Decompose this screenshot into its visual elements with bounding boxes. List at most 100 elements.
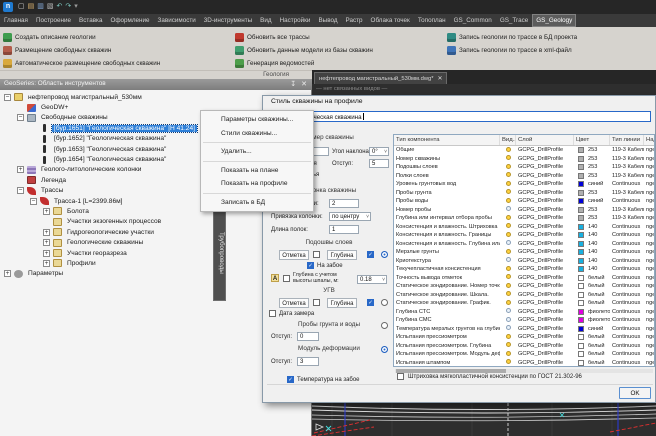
angle-select[interactable]: 0° [369, 147, 389, 156]
ribbon-tab[interactable]: Построение [32, 14, 75, 27]
ugv-group-radio[interactable] [381, 299, 388, 306]
table-row[interactable]: Уровень грунтовых вод GCPG_DrillProfile … [394, 180, 654, 189]
context-menu-item[interactable] [203, 161, 311, 162]
visibility-bulb-icon[interactable] [506, 181, 511, 186]
ok-button[interactable]: OK [619, 387, 651, 399]
tree-toggle[interactable] [43, 260, 50, 267]
qat-menu-icon[interactable]: ▾ [74, 2, 78, 12]
table-row[interactable]: Точность вывода отметок GCPG_DrillProfil… [394, 274, 654, 283]
table-row[interactable]: Глубина или интервал отбора пробы GCPG_D… [394, 214, 654, 223]
tree-toggle[interactable] [17, 114, 24, 121]
visibility-bulb-icon[interactable] [506, 240, 511, 245]
table-row[interactable]: Полки слоев GCPG_DrillProfile 253 119-3 … [394, 172, 654, 181]
table-row[interactable]: Температура мерзлых грунтов на глубине G… [394, 325, 654, 334]
table-row[interactable]: Подошвы слоев GCPG_DrillProfile 253 119-… [394, 163, 654, 172]
tab-close-icon[interactable]: ✕ [438, 73, 443, 85]
table-row[interactable]: Испытания штампом GCPG_DrillProfile белы… [394, 359, 654, 368]
ribbon-tab[interactable]: GS_Trace [496, 14, 532, 27]
table-row[interactable]: Пробы воды GCPG_DrillProfile синий Conti… [394, 197, 654, 206]
table-row[interactable]: Пробы грунта GCPG_DrillProfile 253 119-3… [394, 189, 654, 198]
visibility-bulb-icon[interactable] [506, 342, 511, 347]
visibility-bulb-icon[interactable] [506, 206, 511, 211]
deform-offset-input[interactable]: 3 [297, 357, 319, 366]
tree-toggle[interactable] [43, 250, 50, 257]
visibility-bulb-icon[interactable] [506, 300, 511, 305]
tree-toggle[interactable] [17, 166, 24, 173]
table-row[interactable]: Статическое зондирование. График. GCPG_D… [394, 299, 654, 308]
style-name-input[interactable]: Геологическая скважина [287, 111, 651, 122]
context-menu-item[interactable]: Показать на плане [201, 164, 313, 178]
deform-group-radio[interactable] [381, 346, 388, 353]
ribbon-tab[interactable]: 3D-инструменты [200, 14, 256, 27]
col-header-visibility[interactable]: Вид... [500, 135, 516, 145]
context-menu-item[interactable]: Записать в БД [201, 196, 313, 210]
context-menu-item[interactable] [203, 193, 311, 194]
sleeper-depth-select[interactable]: 0.18 [357, 275, 387, 284]
visibility-bulb-icon[interactable] [506, 325, 511, 330]
tree-toggle[interactable] [30, 198, 37, 205]
ribbon-tab[interactable]: Облака точек [367, 14, 414, 27]
ribbon-tab[interactable]: Растр [342, 14, 367, 27]
shelf-length-input[interactable]: 1 [329, 225, 359, 234]
table-row[interactable]: Статическое зондирование. Номер точки. G… [394, 282, 654, 291]
visibility-bulb-icon[interactable] [506, 249, 511, 254]
text-style-icon[interactable]: A [271, 274, 279, 282]
column-width-input[interactable]: 2 [329, 199, 359, 208]
table-row[interactable]: Консистенция и влажность. Штриховка GCPG… [394, 223, 654, 232]
col-header-linetype[interactable]: Тип линии [610, 135, 644, 145]
table-row[interactable]: Глубина СТС GCPG_DrillProfile фиолетовый… [394, 308, 654, 317]
ribbon-button[interactable]: Обновить все трассы [235, 31, 447, 44]
ribbon-button[interactable]: Генерация ведомостей [235, 57, 447, 70]
visibility-bulb-icon[interactable] [506, 291, 511, 296]
visibility-bulb-icon[interactable] [506, 283, 511, 288]
visibility-bulb-icon[interactable] [506, 257, 511, 262]
ribbon-tab[interactable]: GS_Common [450, 14, 496, 27]
ribbon-tab[interactable]: Вставка [75, 14, 106, 27]
tree-toggle[interactable] [43, 208, 50, 215]
ribbon-button[interactable]: Запись геологии по трассе в БД проекта [447, 31, 623, 44]
table-row[interactable]: Испытания прессиометром. Глубина GCPG_Dr… [394, 342, 654, 351]
col-header-color[interactable]: Цвет [574, 135, 610, 145]
table-row[interactable]: Текучепластичная консистенция GCPG_Drill… [394, 265, 654, 274]
document-tab[interactable]: нефтепровод магистральный_530мм.dwg* ✕ [314, 72, 447, 84]
table-row[interactable]: Общие GCPG_DrillProfile 253 119-3 Кабель… [394, 146, 654, 155]
col-header-component[interactable]: Тип компонента [394, 135, 500, 145]
ribbon-tab[interactable]: Оформление [106, 14, 153, 27]
sole-depth-checkbox[interactable] [367, 251, 374, 258]
ribbon-tab[interactable]: Вывод [314, 14, 341, 27]
visibility-bulb-icon[interactable] [506, 317, 511, 322]
column-align-select[interactable]: по центру [329, 212, 371, 221]
ribbon-button[interactable]: Запись геологии по трассе в xml-файл [447, 44, 623, 57]
visibility-bulb-icon[interactable] [506, 223, 511, 228]
undo-icon[interactable]: ↶ [57, 2, 63, 12]
ugv-mark-checkbox[interactable] [313, 299, 320, 306]
visibility-bulb-icon[interactable] [506, 198, 511, 203]
ribbon-button[interactable]: Создать описание геологии [3, 31, 235, 44]
table-row[interactable]: Консистенция и влажность. Глубина или о … [394, 240, 654, 249]
new-file-icon[interactable]: ▢ [18, 2, 25, 12]
ribbon-tab[interactable]: Настройки [276, 14, 315, 27]
table-row[interactable]: Консистенция и влажность. Границы GCPG_D… [394, 231, 654, 240]
ribbon-tab[interactable]: Главная [0, 14, 32, 27]
bottom-temp-checkbox[interactable] [287, 376, 294, 383]
col-header-textstyle[interactable]: Надпись [644, 135, 655, 145]
sole-mark-button[interactable]: Отметка [279, 250, 309, 260]
tools-panel-header[interactable]: GeoSeries: Область инструментов [0, 78, 312, 90]
table-row[interactable]: Номер пробы GCPG_DrillProfile 253 119-3 … [394, 206, 654, 215]
open-file-icon[interactable]: ▤ [28, 2, 35, 12]
visibility-bulb-icon[interactable] [506, 155, 511, 160]
visibility-bulb-icon[interactable] [506, 351, 511, 356]
samples-offset-input[interactable]: 0 [297, 332, 319, 341]
sleeper-depth-checkbox[interactable] [283, 275, 290, 282]
close-icon[interactable]: ✕ [301, 80, 307, 88]
visibility-bulb-icon[interactable] [506, 164, 511, 169]
table-row[interactable]: Мерзлые грунты GCPG_DrillProfile 140 Con… [394, 248, 654, 257]
visibility-bulb-icon[interactable] [506, 274, 511, 279]
table-hscrollbar[interactable] [395, 369, 653, 373]
context-menu-item[interactable]: Показать на профиле [201, 177, 313, 191]
ribbon-tab[interactable]: GS_Geology [532, 14, 576, 27]
ribbon-button[interactable]: Обновить данные модели из базы скважин [235, 44, 447, 57]
col-header-layer[interactable]: Слой [516, 135, 574, 145]
save-icon[interactable]: ▥ [37, 2, 44, 12]
visibility-bulb-icon[interactable] [506, 147, 511, 152]
